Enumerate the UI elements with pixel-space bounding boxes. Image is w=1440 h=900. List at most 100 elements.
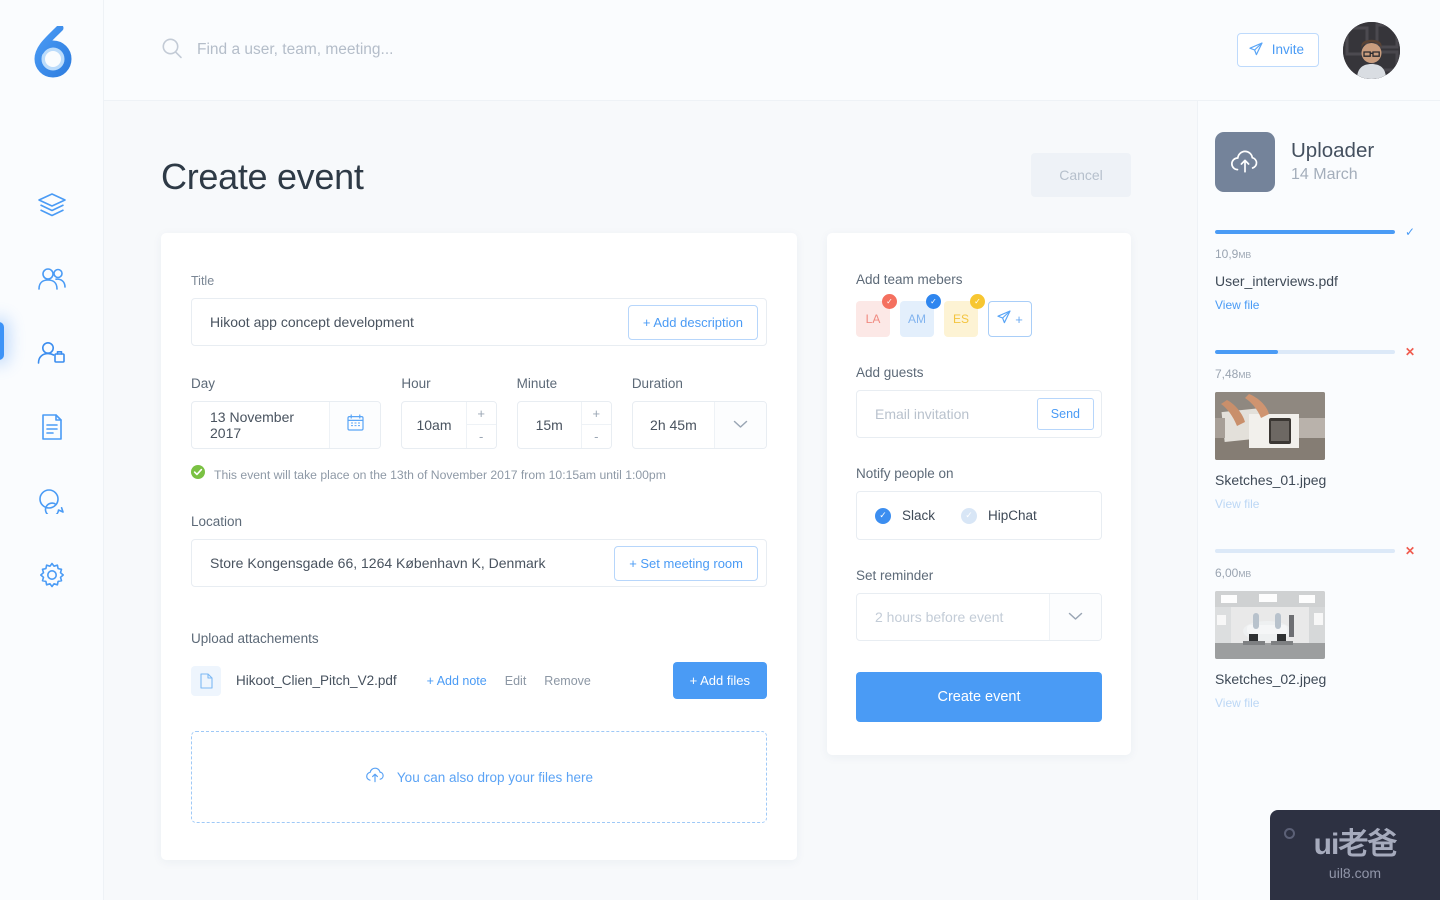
set-meeting-room-button[interactable]: + Set meeting room <box>614 545 758 581</box>
app-logo[interactable] <box>0 26 104 78</box>
cards-row: Title Hikoot app concept development + A… <box>161 233 1197 860</box>
file-name: Sketches_02.jpeg <box>1215 671 1327 687</box>
file-icon <box>191 665 221 696</box>
paper-plane-icon <box>997 309 1011 329</box>
add-description-button[interactable]: + Add description <box>627 304 758 340</box>
close-icon[interactable]: ✕ <box>1404 545 1416 557</box>
view-file-link[interactable]: View file <box>1215 696 1416 710</box>
send-invitation-button[interactable]: Send <box>1036 398 1094 430</box>
uploader-date: 14 March <box>1291 166 1358 184</box>
check-icon: ✓ <box>970 294 985 309</box>
notify-option-hipchat[interactable]: ✓ HipChat <box>961 507 1037 524</box>
guest-email-field[interactable]: Email invitation Send <box>856 390 1102 438</box>
search-input[interactable] <box>197 41 717 59</box>
invite-label: Invite <box>1271 42 1304 58</box>
reminder-dropdown-button[interactable] <box>1049 594 1101 640</box>
sidebar-item-layers[interactable] <box>0 168 104 242</box>
duration-field-group: Duration 2h 45m <box>631 376 767 449</box>
title-field[interactable]: Hikoot app concept development + Add des… <box>191 298 767 346</box>
reminder-label: Set reminder <box>856 568 934 583</box>
file-name: User_interviews.pdf <box>1215 273 1338 289</box>
avatar[interactable] <box>1343 21 1400 79</box>
reminder-field[interactable]: 2 hours before event <box>856 593 1102 641</box>
sidebar-item-messages[interactable] <box>0 464 104 538</box>
attachment-actions: + Add note Edit Remove <box>427 674 591 688</box>
minute-field[interactable]: 15m + - <box>516 401 612 449</box>
cloud-upload-icon <box>1215 132 1275 192</box>
upload-progress-row: ✓ <box>1215 226 1416 238</box>
uploader-file-item: ✓ 10,9MB User_interviews.pdf View file <box>1215 226 1416 312</box>
uploader-title: Uploader <box>1291 139 1375 163</box>
file-size-unit: MB <box>1238 370 1252 380</box>
location-label: Location <box>191 514 243 529</box>
radio-unchecked-icon: ✓ <box>961 507 978 524</box>
upload-progress-row: ✕ <box>1215 346 1416 358</box>
team-member-chip[interactable]: AM ✓ <box>900 294 941 337</box>
cancel-button[interactable]: Cancel <box>1031 153 1131 197</box>
file-dropzone[interactable]: You can also drop your files here <box>191 731 767 823</box>
duration-dropdown-button[interactable] <box>714 402 766 448</box>
hour-field[interactable]: 10am + - <box>401 401 497 449</box>
create-event-button[interactable]: Create event <box>856 672 1102 722</box>
title-field-value: Hikoot app concept development <box>210 314 414 330</box>
notify-option-slack[interactable]: ✓ Slack <box>875 507 935 524</box>
file-size-unit: MB <box>1238 569 1252 579</box>
minute-increment-button[interactable]: + <box>581 402 611 425</box>
remove-link[interactable]: Remove <box>544 674 591 688</box>
view-file-link[interactable]: View file <box>1215 497 1416 511</box>
team-member-chip[interactable]: ES ✓ <box>944 294 985 337</box>
search-bar[interactable] <box>161 37 1237 64</box>
view-file-link[interactable]: View file <box>1215 298 1416 312</box>
app-root: Invite <box>0 0 1440 900</box>
chevron-down-icon <box>1068 608 1083 626</box>
calendar-icon <box>346 414 364 436</box>
day-field[interactable]: 13 November 2017 <box>191 401 382 449</box>
location-field-group: Location Store Kongensgade 66, 1264 Købe… <box>191 514 767 587</box>
attachment-row: Hikoot_Clien_Pitch_V2.pdf + Add note Edi… <box>191 662 767 699</box>
hour-stepper: + - <box>465 402 496 448</box>
add-team-member-plus: + <box>1015 311 1023 327</box>
calendar-button[interactable] <box>328 402 381 448</box>
minute-decrement-button[interactable]: - <box>582 425 611 448</box>
title-field-label: Title <box>191 274 215 288</box>
team-member-chip[interactable]: LA ✓ <box>856 294 897 337</box>
day-field-group: Day 13 November 2017 <box>191 376 382 449</box>
add-team-member-button[interactable]: + <box>988 301 1032 337</box>
team-member-initials: LA <box>865 312 881 326</box>
add-guests-label: Add guests <box>856 365 924 380</box>
day-label: Day <box>191 376 216 391</box>
check-icon: ✓ <box>926 294 941 309</box>
hour-increment-button[interactable]: + <box>466 402 496 425</box>
topbar: Invite <box>104 0 1440 101</box>
progress-bar <box>1215 350 1395 354</box>
sidebar-item-team[interactable] <box>0 242 104 316</box>
hour-label: Hour <box>401 376 431 391</box>
uploader-title-block: Uploader 14 March <box>1291 138 1374 185</box>
minute-label: Minute <box>516 376 558 391</box>
page-title: Create event <box>161 156 364 197</box>
location-field[interactable]: Store Kongensgade 66, 1264 København K, … <box>191 539 767 587</box>
event-details-card: Title Hikoot app concept development + A… <box>161 233 797 860</box>
file-size: 10,9MB <box>1215 247 1416 261</box>
minute-value: 15m <box>535 417 563 433</box>
add-note-link[interactable]: + Add note <box>427 674 487 688</box>
file-thumbnail[interactable] <box>1215 392 1325 460</box>
watermark-main: ui老爸 <box>1313 827 1398 861</box>
document-icon <box>38 413 66 441</box>
upload-attachments-label: Upload attachements <box>191 631 319 646</box>
search-icon <box>161 37 183 64</box>
sidebar-item-documents[interactable] <box>0 390 104 464</box>
close-icon[interactable]: ✕ <box>1404 346 1416 358</box>
reminder-section: Set reminder 2 hours before event <box>856 568 1102 641</box>
user-card-icon <box>37 340 67 366</box>
add-files-button[interactable]: + Add files <box>672 662 767 699</box>
invite-button[interactable]: Invite <box>1236 32 1319 68</box>
file-thumbnail[interactable] <box>1215 591 1325 659</box>
sidebar-item-contacts[interactable] <box>0 316 104 390</box>
sidebar-item-settings[interactable] <box>0 538 104 612</box>
datetime-row: Day 13 November 2017 Hour 10am + - Minut… <box>191 376 767 449</box>
duration-field[interactable]: 2h 45m <box>631 401 767 449</box>
edit-link[interactable]: Edit <box>505 674 527 688</box>
check-icon[interactable]: ✓ <box>1404 226 1416 238</box>
hour-decrement-button[interactable]: - <box>467 425 496 448</box>
